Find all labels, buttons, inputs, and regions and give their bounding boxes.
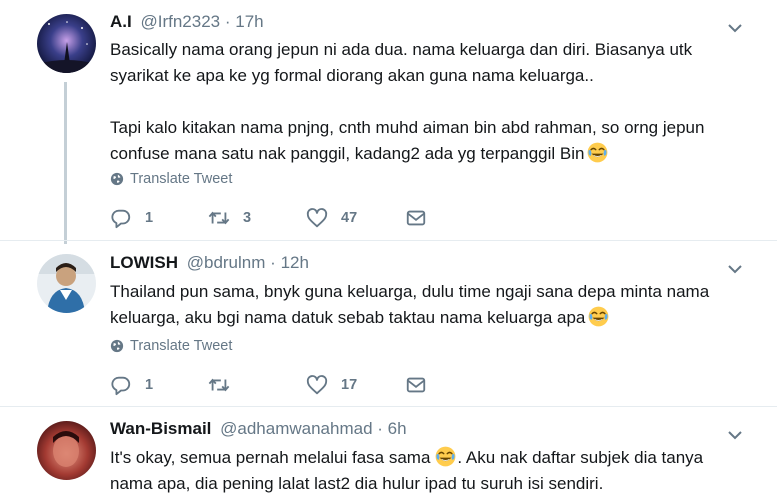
avatar[interactable]	[37, 254, 96, 313]
reply-button[interactable]: 1	[110, 374, 208, 396]
tweet-3[interactable]: Wan-Bismail @adhamwanahmad · 6h It's oka…	[0, 407, 777, 501]
face-with-tears-of-joy-icon	[435, 446, 456, 467]
tweet-header: A.I @Irfn2323 · 17h	[110, 12, 264, 32]
text-line: syarikat ke apa ke yg formal diorang aka…	[110, 66, 594, 85]
tweet-header: LOWISH @bdrulnm · 12h	[110, 253, 309, 273]
user-handle[interactable]: @Irfn2323	[140, 12, 220, 31]
user-handle[interactable]: @adhamwanahmad	[220, 419, 372, 438]
retweet-icon	[208, 374, 230, 396]
tweet-actions: 1 3 47	[110, 207, 427, 229]
like-count: 17	[341, 377, 358, 393]
avatar[interactable]	[37, 14, 96, 73]
tweet-text: It's okay, semua pernah melalui fasa sam…	[110, 445, 703, 497]
translate-tweet-link[interactable]: Translate Tweet	[110, 171, 232, 187]
display-name[interactable]: A.I	[110, 12, 132, 31]
like-button[interactable]: 17	[306, 374, 405, 396]
like-count: 47	[341, 210, 358, 226]
reply-icon	[110, 207, 132, 229]
chevron-down-icon[interactable]	[727, 429, 743, 441]
translate-label: Translate Tweet	[130, 338, 233, 354]
translate-tweet-link[interactable]: Translate Tweet	[110, 338, 232, 354]
user-handle[interactable]: @bdrulnm	[187, 253, 266, 272]
timestamp[interactable]: 17h	[235, 12, 263, 31]
retweet-button[interactable]	[208, 374, 306, 396]
tweet-header: Wan-Bismail @adhamwanahmad · 6h	[110, 419, 407, 439]
translate-label: Translate Tweet	[130, 171, 233, 187]
text-line: Thailand pun sama, bnyk guna keluarga, d…	[110, 282, 710, 301]
retweet-button[interactable]: 3	[208, 207, 306, 229]
display-name[interactable]: LOWISH	[110, 253, 178, 272]
retweet-count: 3	[243, 210, 252, 226]
separator-dot: ·	[377, 419, 383, 438]
heart-icon	[306, 207, 328, 229]
heart-icon	[306, 374, 328, 396]
reply-icon	[110, 374, 132, 396]
tweet-text: Thailand pun sama, bnyk guna keluarga, d…	[110, 279, 709, 331]
mail-icon	[405, 374, 427, 396]
text-line: nama apa, dia pening lalat last2 dia hul…	[110, 474, 604, 493]
text-line: It's okay, semua pernah melalui fasa sam…	[110, 446, 704, 467]
text-line: confuse mana satu nak panggil, kadang2 a…	[110, 141, 704, 167]
separator-dot: ·	[270, 253, 276, 272]
like-button[interactable]: 47	[306, 207, 405, 229]
separator-dot: ·	[224, 12, 231, 31]
face-with-tears-of-joy-icon	[587, 142, 608, 163]
tweet-actions: 1 17	[110, 374, 427, 396]
timestamp[interactable]: 6h	[388, 419, 407, 438]
reply-count: 1	[145, 210, 154, 226]
tweet-1[interactable]: A.I @Irfn2323 · 17h Basically nama orang…	[0, 0, 777, 240]
reply-count: 1	[145, 377, 154, 393]
tweet-text: Basically nama orang jepun ni ada dua. n…	[110, 37, 704, 167]
text-line: keluarga, aku bgi nama datuk sebab takta…	[110, 305, 709, 331]
avatar[interactable]	[37, 421, 96, 480]
timestamp[interactable]: 12h	[281, 253, 309, 272]
mail-icon	[405, 207, 427, 229]
direct-message-button[interactable]	[405, 374, 427, 396]
globe-icon	[110, 172, 124, 186]
text-line: Basically nama orang jepun ni ada dua. n…	[110, 40, 693, 59]
retweet-icon	[208, 207, 230, 229]
chevron-down-icon[interactable]	[727, 22, 743, 34]
tweet-2[interactable]: LOWISH @bdrulnm · 12h Thailand pun sama,…	[0, 241, 777, 406]
globe-icon	[110, 339, 124, 353]
chevron-down-icon[interactable]	[727, 263, 743, 275]
reply-button[interactable]: 1	[110, 207, 208, 229]
text-line: Tapi kalo kitakan nama pnjng, cnth muhd …	[110, 118, 705, 137]
display-name[interactable]: Wan-Bismail	[110, 419, 211, 438]
face-with-tears-of-joy-icon	[588, 306, 609, 327]
direct-message-button[interactable]	[405, 207, 427, 229]
